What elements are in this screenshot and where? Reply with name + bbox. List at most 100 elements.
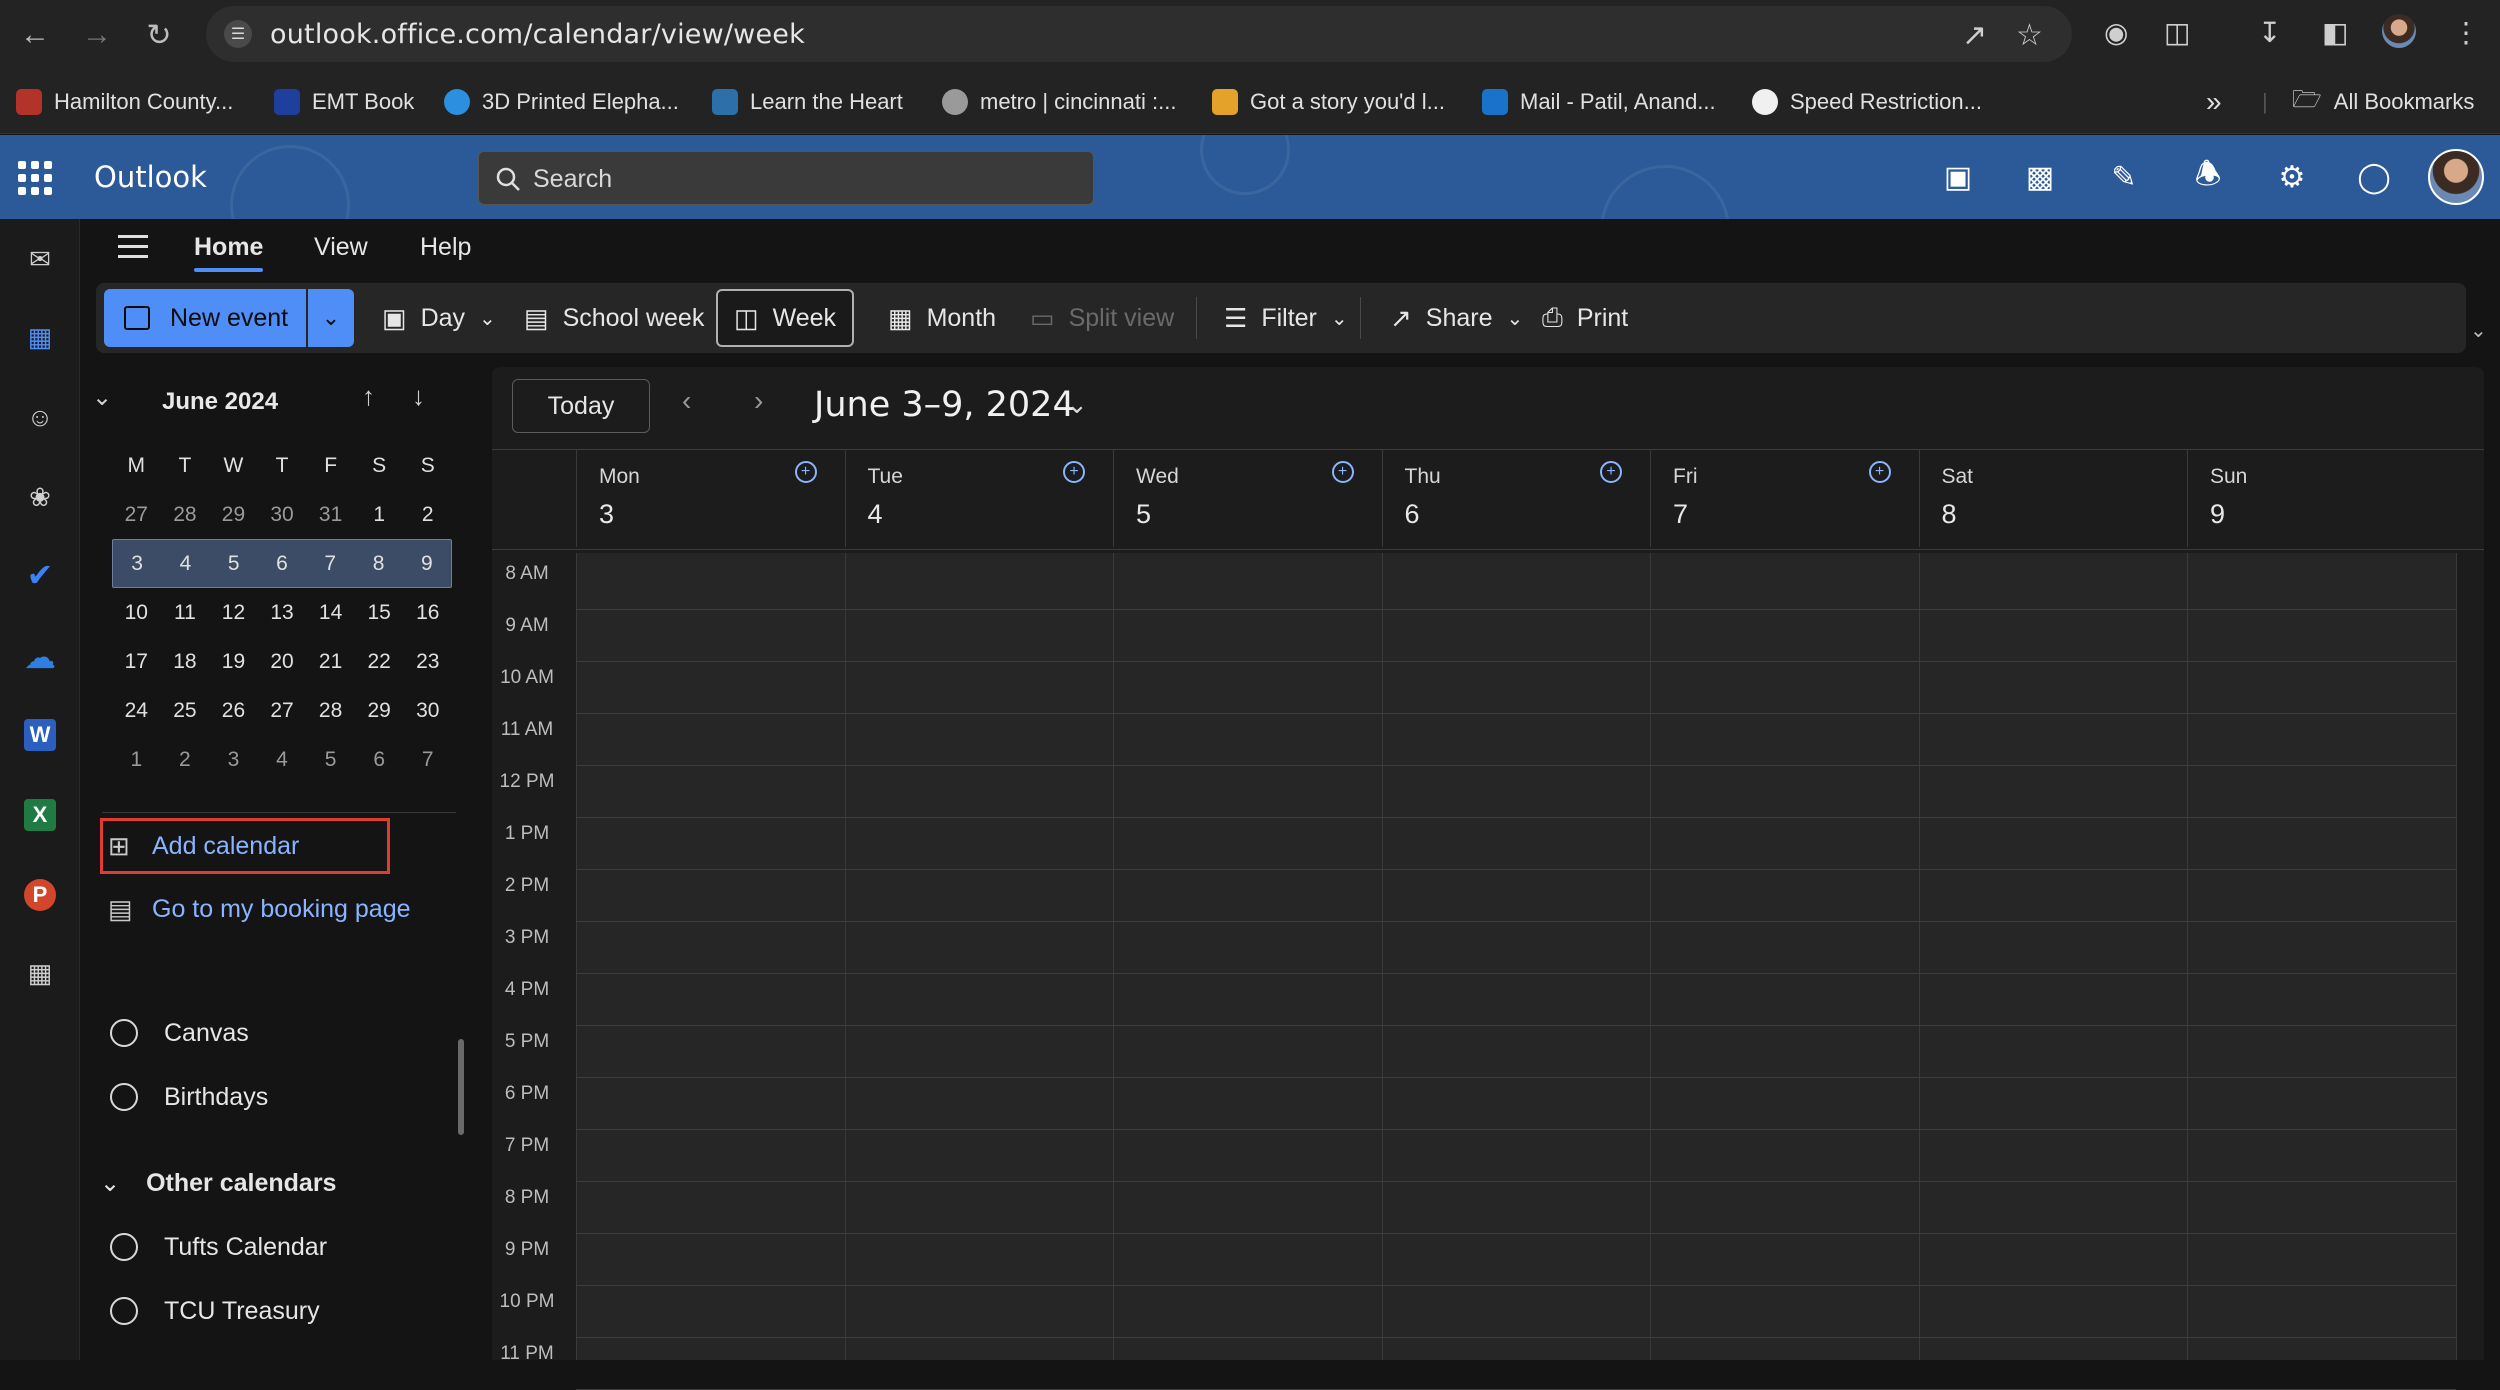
mini-calendar-day[interactable]: 6 [258,552,306,576]
bookmark-3d-printed[interactable]: 3D Printed Elepha... [444,84,679,120]
mini-calendar-day[interactable]: 30 [258,503,307,527]
mini-calendar-day[interactable]: 26 [209,699,258,723]
bookmark-learn-heart[interactable]: Learn the Heart [712,84,903,120]
filter-button[interactable]: ☰ Filter ⌄ [1208,289,1364,347]
day-header-thu[interactable]: Thu 6 + [1381,449,1651,547]
extension-account-icon[interactable]: ◉ [2104,16,2128,49]
mini-calendar-day[interactable]: 7 [306,552,354,576]
reload-icon[interactable]: ↻ [138,14,180,56]
extensions-puzzle-icon[interactable]: ◫ [2164,16,2190,49]
bookmark-mail[interactable]: Mail - Patil, Anand... [1482,84,1716,120]
mini-calendar-day[interactable]: 29 [355,699,404,723]
hamburger-menu-icon[interactable] [118,235,148,259]
word-icon[interactable]: W [20,715,60,755]
forward-arrow-icon[interactable]: → [76,14,118,56]
mini-calendar-month[interactable]: June 2024 [162,388,278,416]
add-calendar-button[interactable]: ⊞ Add calendar [108,824,299,868]
side-panel-icon[interactable]: ◧ [2322,16,2348,49]
mini-calendar-day[interactable]: 28 [306,699,355,723]
mini-calendar-day[interactable]: 18 [161,650,210,674]
calendar-item-tufts[interactable]: Tufts Calendar [108,1225,327,1269]
bookmark-star-icon[interactable]: ☆ [2016,18,2043,53]
week-view-button[interactable]: ◫ Week [716,289,855,347]
booking-page-link[interactable]: ▤ Go to my booking page [108,887,411,931]
day-column[interactable] [1919,553,2187,1360]
add-event-plus-icon[interactable]: + [1331,461,1354,483]
day-column[interactable] [1114,553,1382,1360]
mini-calendar-day[interactable]: 4 [161,552,209,576]
bookmark-speed[interactable]: Speed Restriction... [1752,84,1982,120]
add-event-plus-icon[interactable]: + [794,461,817,483]
day-view-button[interactable]: ▣ Day ⌄ [366,289,512,347]
mini-calendar-day[interactable]: 8 [354,552,402,576]
calendar-item-canvas[interactable]: Canvas [108,1011,249,1055]
day-header-fri[interactable]: Fri 7 + [1650,449,1919,547]
mini-calendar-day[interactable]: 4 [258,748,307,772]
previous-week-arrow-icon[interactable]: ‹ [682,385,691,417]
mini-calendar-day[interactable]: 27 [112,503,161,527]
all-bookmarks[interactable]: 🗁 All Bookmarks [2292,84,2474,120]
mini-calendar-day[interactable]: 17 [112,650,161,674]
mail-icon[interactable]: ✉ [20,239,60,279]
day-header-mon[interactable]: Mon 3 + [576,449,845,547]
profile-avatar[interactable] [2382,14,2416,48]
next-month-arrow-icon[interactable]: ↓ [412,381,425,412]
mini-calendar-day[interactable]: 2 [403,503,452,527]
day-column[interactable] [1651,553,1919,1360]
search-input[interactable]: Search [478,151,1094,205]
day-header-sat[interactable]: Sat 8 [1918,449,2188,547]
mini-calendar-day[interactable]: 15 [355,601,404,625]
new-event-dropdown-button[interactable]: ⌄ [308,289,354,347]
notifications-bell-icon[interactable]: 🕭 [2188,157,2228,197]
other-calendars-header[interactable]: ⌄ Other calendars [100,1161,336,1205]
powerpoint-icon[interactable]: P [20,875,60,915]
day-column[interactable] [577,553,845,1360]
collapse-month-icon[interactable]: ⌄ [92,383,112,412]
back-arrow-icon[interactable]: ← [14,14,56,56]
previous-month-arrow-icon[interactable]: ↑ [362,381,375,412]
mini-calendar-day[interactable]: 5 [210,552,258,576]
day-header-tue[interactable]: Tue 4 + [844,449,1114,547]
todo-check-icon[interactable]: ✔ [20,555,60,595]
calendar-toggle-circle-icon[interactable] [110,1297,138,1325]
calendar-item-birthdays[interactable]: Birthdays [108,1075,268,1119]
excel-icon[interactable]: X [20,795,60,835]
mini-calendar-day[interactable]: 30 [403,699,452,723]
day-header-wed[interactable]: Wed 5 + [1113,449,1382,547]
address-bar[interactable]: ☰ outlook.office.com/calendar/view/week … [206,6,2072,62]
mini-calendar-day[interactable]: 20 [258,650,307,674]
mini-calendar-day[interactable]: 21 [306,650,355,674]
calendar-toggle-circle-icon[interactable] [110,1019,138,1047]
more-apps-icon[interactable]: ▦ [20,953,60,993]
tab-home[interactable]: Home [194,233,264,272]
app-launcher-icon[interactable] [18,161,52,195]
bookmark-metro[interactable]: metro | cincinnati :... [942,84,1176,120]
mini-calendar-day[interactable]: 1 [355,503,404,527]
mini-calendar-day[interactable]: 24 [112,699,161,723]
date-range-title[interactable]: June 3–9, 2024 [814,385,1075,425]
mini-calendar-day[interactable]: 13 [258,601,307,625]
mini-calendar-day[interactable]: 31 [306,503,355,527]
site-settings-icon[interactable]: ☰ [224,20,252,48]
add-event-plus-icon[interactable]: + [1600,461,1622,483]
bookmark-hamilton[interactable]: Hamilton County... [16,84,233,120]
mini-calendar-day[interactable]: 3 [209,748,258,772]
print-button[interactable]: ⎙ Print [1526,289,1644,347]
calendar-toggle-circle-icon[interactable] [110,1083,138,1111]
mini-calendar-day[interactable]: 19 [209,650,258,674]
tab-view[interactable]: View [314,233,368,262]
mini-calendar-day[interactable]: 29 [209,503,258,527]
mini-calendar-day[interactable]: 5 [306,748,355,772]
bookmark-emt[interactable]: EMT Book [274,84,414,120]
outlook-brand[interactable]: Outlook [94,160,207,194]
calendar-toggle-circle-icon[interactable] [110,1233,138,1261]
open-in-app-icon[interactable]: ↗ [1962,18,1987,53]
mini-calendar-day[interactable]: 14 [306,601,355,625]
browser-menu-icon[interactable]: ⋮ [2452,16,2480,49]
month-view-button[interactable]: ▦ Month [872,289,1012,347]
mini-calendar-day[interactable]: 12 [209,601,258,625]
add-event-plus-icon[interactable]: + [1868,461,1891,483]
day-column[interactable] [2188,553,2456,1360]
bookmark-story[interactable]: Got a story you'd l... [1212,84,1445,120]
onedrive-cloud-icon[interactable]: ☁ [20,637,60,677]
